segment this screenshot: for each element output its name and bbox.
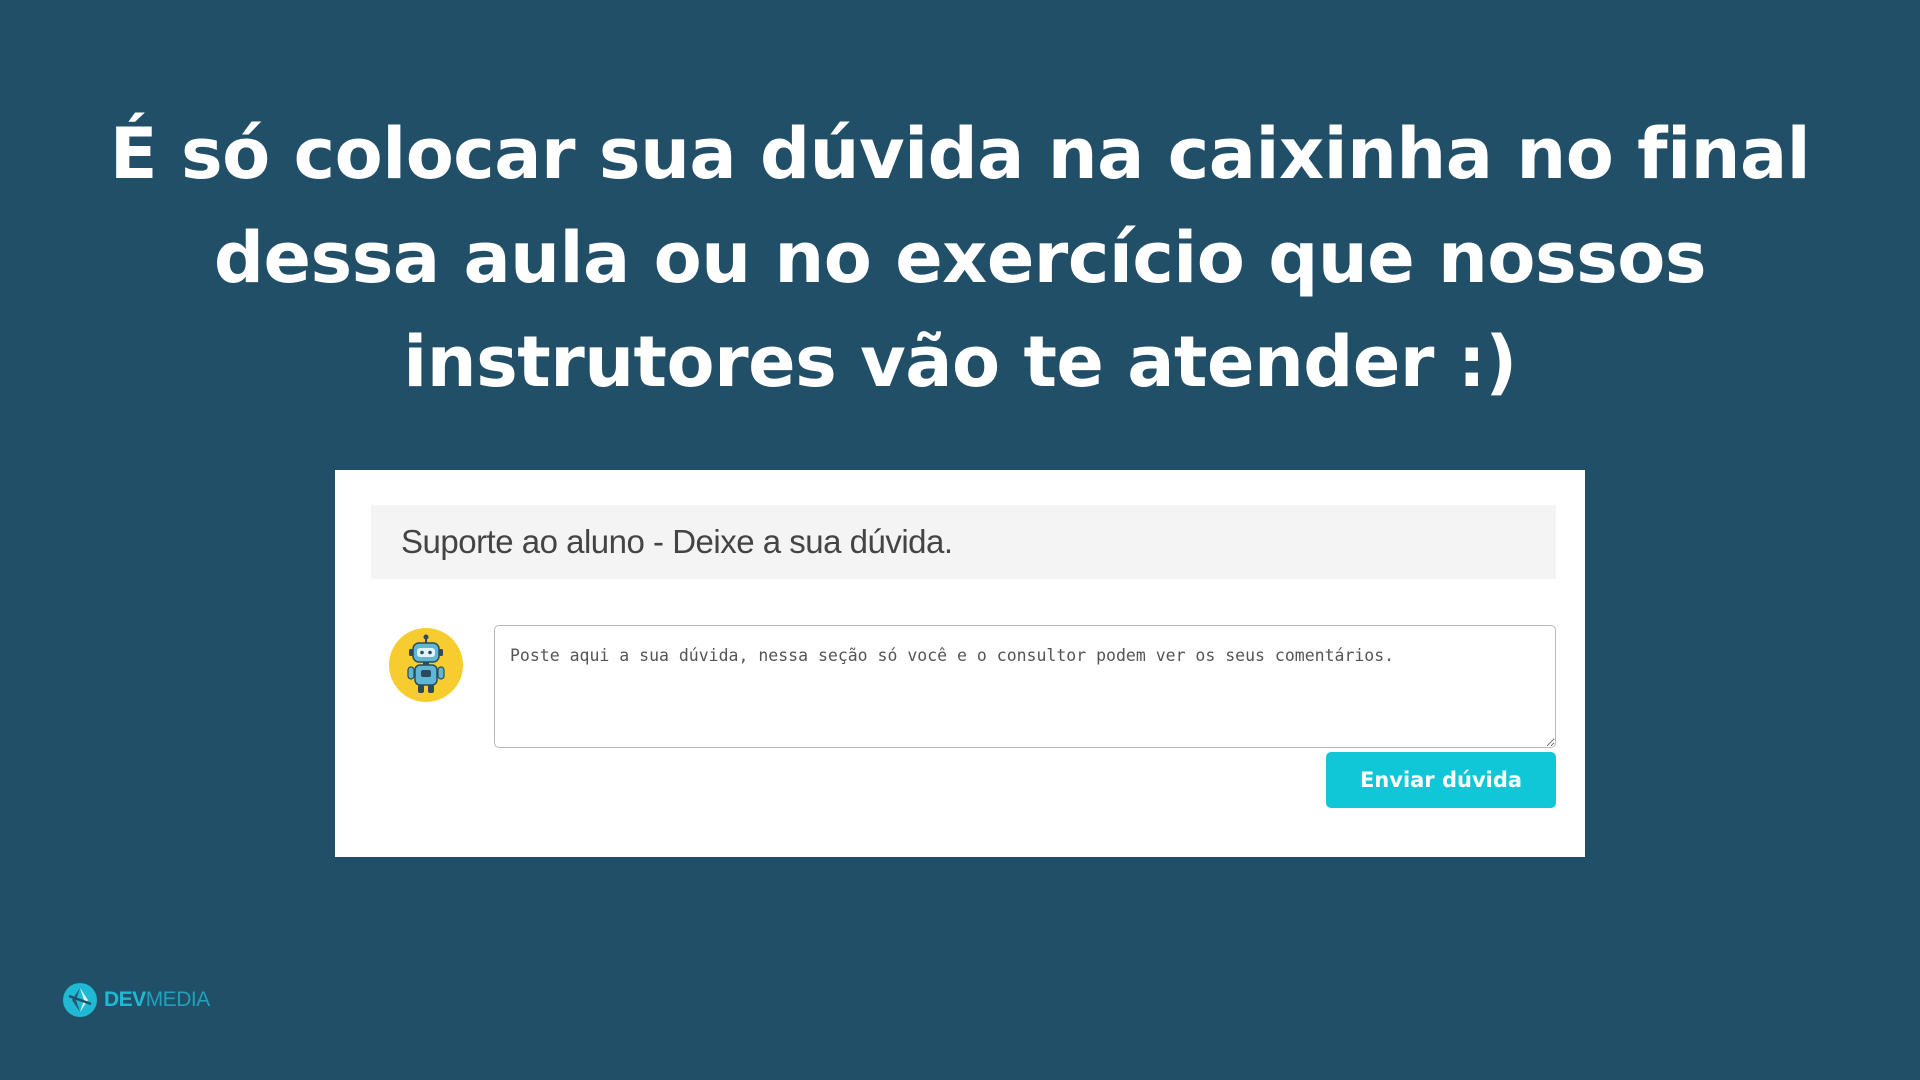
- headline-line-1: É só colocar sua dúvida na caixinha no f…: [109, 113, 1811, 195]
- headline: É só colocar sua dúvida na caixinha no f…: [80, 102, 1840, 414]
- send-question-button[interactable]: Enviar dúvida: [1326, 752, 1556, 808]
- question-textarea[interactable]: [494, 625, 1556, 748]
- devmedia-logo: DEVMEDIA: [62, 982, 210, 1018]
- brand-name-part2: MEDIA: [145, 988, 211, 1011]
- headline-line-2: dessa aula ou no exercício que nossos: [213, 217, 1707, 299]
- devmedia-logo-icon: [63, 983, 97, 1017]
- robot-icon: [389, 628, 463, 702]
- support-card-header: Suporte ao aluno - Deixe a sua dúvida.: [371, 505, 1556, 579]
- headline-line-3: instrutores vão te atender :): [403, 321, 1517, 403]
- brand-name-part1: DEV: [104, 988, 146, 1011]
- brand-wordmark: DEVMEDIA: [104, 982, 210, 1018]
- support-card-title: Suporte ao aluno - Deixe a sua dúvida.: [401, 523, 953, 560]
- support-card: Suporte ao aluno - Deixe a sua dúvida. P…: [335, 470, 1585, 857]
